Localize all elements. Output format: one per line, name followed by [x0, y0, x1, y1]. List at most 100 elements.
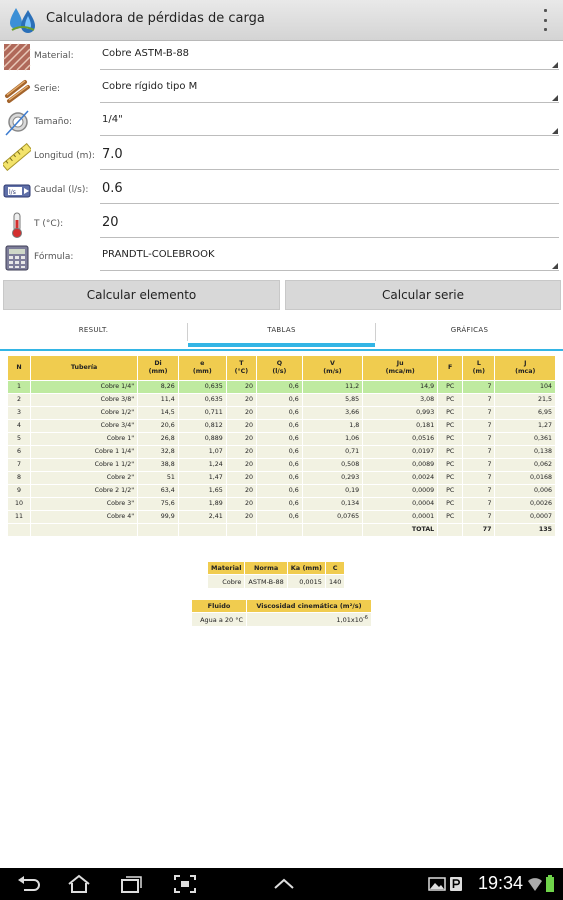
cell-n: 2	[7, 393, 31, 407]
cell-j: 21,5	[494, 393, 556, 407]
cell-v: 0,508	[301, 458, 364, 472]
tamano-select[interactable]: 1/4"	[100, 107, 559, 136]
table-row[interactable]: 11 Cobre 4" 99,9 2,41 20 0,6 0,0765 0,0001 PC 7 0,…	[7, 510, 556, 524]
cell-l: 7	[462, 510, 496, 524]
cell-q: 0,6	[255, 406, 303, 420]
total-empty-cell	[437, 523, 464, 537]
cell-q: 0,6	[255, 458, 303, 472]
tab-tablas[interactable]: TABLAS	[188, 315, 375, 347]
cell-j: 6,95	[494, 406, 556, 420]
cell-di: 8,26	[137, 380, 179, 394]
cell-q: 0,6	[255, 510, 303, 524]
cell-q: 0,6	[255, 471, 303, 485]
cell-ju: 0,993	[362, 406, 439, 420]
cell-n: 11	[7, 510, 31, 524]
cell-l: 7	[462, 497, 496, 511]
temperatura-label: T (°C):	[34, 219, 64, 229]
total-l: 77	[462, 523, 496, 537]
cell-e: 2,41	[177, 510, 227, 524]
overflow-menu-icon[interactable]	[541, 9, 549, 31]
cell-di: 99,9	[137, 510, 179, 524]
cell-di: 32,8	[137, 445, 179, 459]
cell-q: 0,6	[255, 380, 303, 394]
header-di-title: Di	[154, 360, 162, 367]
fluid-header-row: Fluido Viscosidad cinemática (m²/s)	[191, 599, 372, 613]
header-ju-unit: (mca/m)	[385, 368, 415, 375]
header-f-title: F	[448, 364, 453, 371]
header-v-title: V	[330, 360, 335, 367]
header-j-title: J	[524, 360, 527, 367]
table-total-row: TOTAL 77 135	[7, 523, 556, 537]
caudal-input[interactable]: 0.6	[100, 175, 559, 204]
tab-bar: RESULT. TABLAS GRÁFICAS	[0, 315, 563, 351]
table-row[interactable]: 7 Cobre 1 1/2" 38,8 1,24 20 0,6 0,508 0,0089 PC 7…	[7, 458, 556, 472]
caudal-value: 0.6	[102, 181, 123, 196]
viscosidad-base: 1,01x10	[336, 616, 363, 625]
cell-tuberia: Cobre 3"	[29, 497, 139, 511]
material-select[interactable]: Cobre ASTM-B-88	[100, 41, 559, 70]
header-e: e (mm)	[177, 355, 227, 381]
serie-select[interactable]: Cobre rígido tipo M	[100, 74, 559, 103]
table-row[interactable]: 10 Cobre 3" 75,6 1,89 20 0,6 0,134 0,0004 PC 7 0,0…	[7, 497, 556, 511]
material-table: Material Norma Ka (mm) C Cobre ASTM-B-88…	[206, 561, 346, 589]
header-v: V (m/s)	[301, 355, 364, 381]
cell-e: 1,65	[177, 484, 227, 498]
table-row[interactable]: 6 Cobre 1 1/4" 32,8 1,07 20 0,6 0,71 0,0197 PC 7 0…	[7, 445, 556, 459]
fluid-table: Fluido Viscosidad cinemática (m²/s) Agua…	[191, 599, 372, 627]
cell-di: 14,5	[137, 406, 179, 420]
back-icon[interactable]	[16, 874, 42, 894]
cell-ju: 3,08	[362, 393, 439, 407]
longitud-input[interactable]: 7.0	[100, 141, 559, 170]
cell-l: 7	[462, 419, 496, 433]
calcular-serie-button[interactable]: Calcular serie	[285, 280, 561, 310]
cell-t: 20	[225, 458, 257, 472]
formula-select[interactable]: PRANDTL-COLEBROOK	[100, 242, 559, 271]
table-row[interactable]: 2 Cobre 3/8" 11,4 0,635 20 0,6 5,85 3,08 PC 7 21,5	[7, 393, 556, 407]
cell-t: 20	[225, 406, 257, 420]
longitud-value: 7.0	[102, 147, 123, 162]
table-row[interactable]: 4 Cobre 3/4" 20,6 0,812 20 0,6 1,8 0,181 PC 7 1,27	[7, 419, 556, 433]
cell-q: 0,6	[255, 432, 303, 446]
chevron-up-icon[interactable]	[271, 874, 297, 894]
material-col-header: Material	[206, 561, 246, 575]
cell-f: PC	[437, 432, 464, 446]
table-row[interactable]: 9 Cobre 2 1/2" 63,4 1,65 20 0,6 0,19 0,0009 PC 7 0…	[7, 484, 556, 498]
temperatura-input[interactable]: 20	[100, 209, 559, 238]
recent-apps-icon[interactable]	[118, 874, 144, 894]
material-label: Material:	[34, 51, 74, 61]
water-drop-logo-icon[interactable]	[8, 6, 38, 34]
cell-f: PC	[437, 497, 464, 511]
material-header-row: Material Norma Ka (mm) C	[206, 561, 346, 575]
c-cell: 140	[324, 574, 346, 589]
serie-label: Serie:	[34, 84, 61, 94]
dropdown-caret-icon	[552, 263, 558, 269]
cell-n: 4	[7, 419, 31, 433]
header-n: N	[7, 355, 31, 381]
ka-cell: 0,0015	[286, 574, 326, 589]
screenshot-icon[interactable]	[172, 874, 198, 894]
norma-cell: ASTM-B-88	[244, 574, 288, 589]
cell-t: 20	[225, 419, 257, 433]
table-row[interactable]: 3 Cobre 1/2" 14,5 0,711 20 0,6 3,66 0,993 PC 7 6,9…	[7, 406, 556, 420]
cell-l: 7	[462, 484, 496, 498]
table-row[interactable]: 8 Cobre 2" 51 1,47 20 0,6 0,293 0,0024 PC 7 0,0168	[7, 471, 556, 485]
parking-notification-icon	[450, 877, 462, 891]
total-empty-cell	[301, 523, 364, 537]
tamano-label: Tamaño:	[34, 117, 73, 127]
home-icon[interactable]	[66, 874, 92, 894]
cell-j: 0,0168	[494, 471, 556, 485]
tab-graficas[interactable]: GRÁFICAS	[376, 315, 563, 347]
cell-ju: 0,0001	[362, 510, 439, 524]
ruler-icon	[3, 143, 31, 171]
cell-ju: 0,0089	[362, 458, 439, 472]
calcular-elemento-button[interactable]: Calcular elemento	[3, 280, 280, 310]
temperatura-row: T (°C): 20	[0, 209, 563, 242]
fluido-cell: Agua a 20 °C	[191, 612, 247, 627]
cell-ju: 0,0009	[362, 484, 439, 498]
header-t-title: T	[239, 360, 244, 367]
tab-result[interactable]: RESULT.	[0, 315, 187, 347]
header-l: L (m)	[462, 355, 496, 381]
cell-l: 7	[462, 406, 496, 420]
table-row[interactable]: 1 Cobre 1/4" 8,26 0,635 20 0,6 11,2 14,9 PC 7 104	[7, 380, 556, 394]
table-row[interactable]: 5 Cobre 1" 26,8 0,889 20 0,6 1,06 0,0516 PC 7 0,36…	[7, 432, 556, 446]
